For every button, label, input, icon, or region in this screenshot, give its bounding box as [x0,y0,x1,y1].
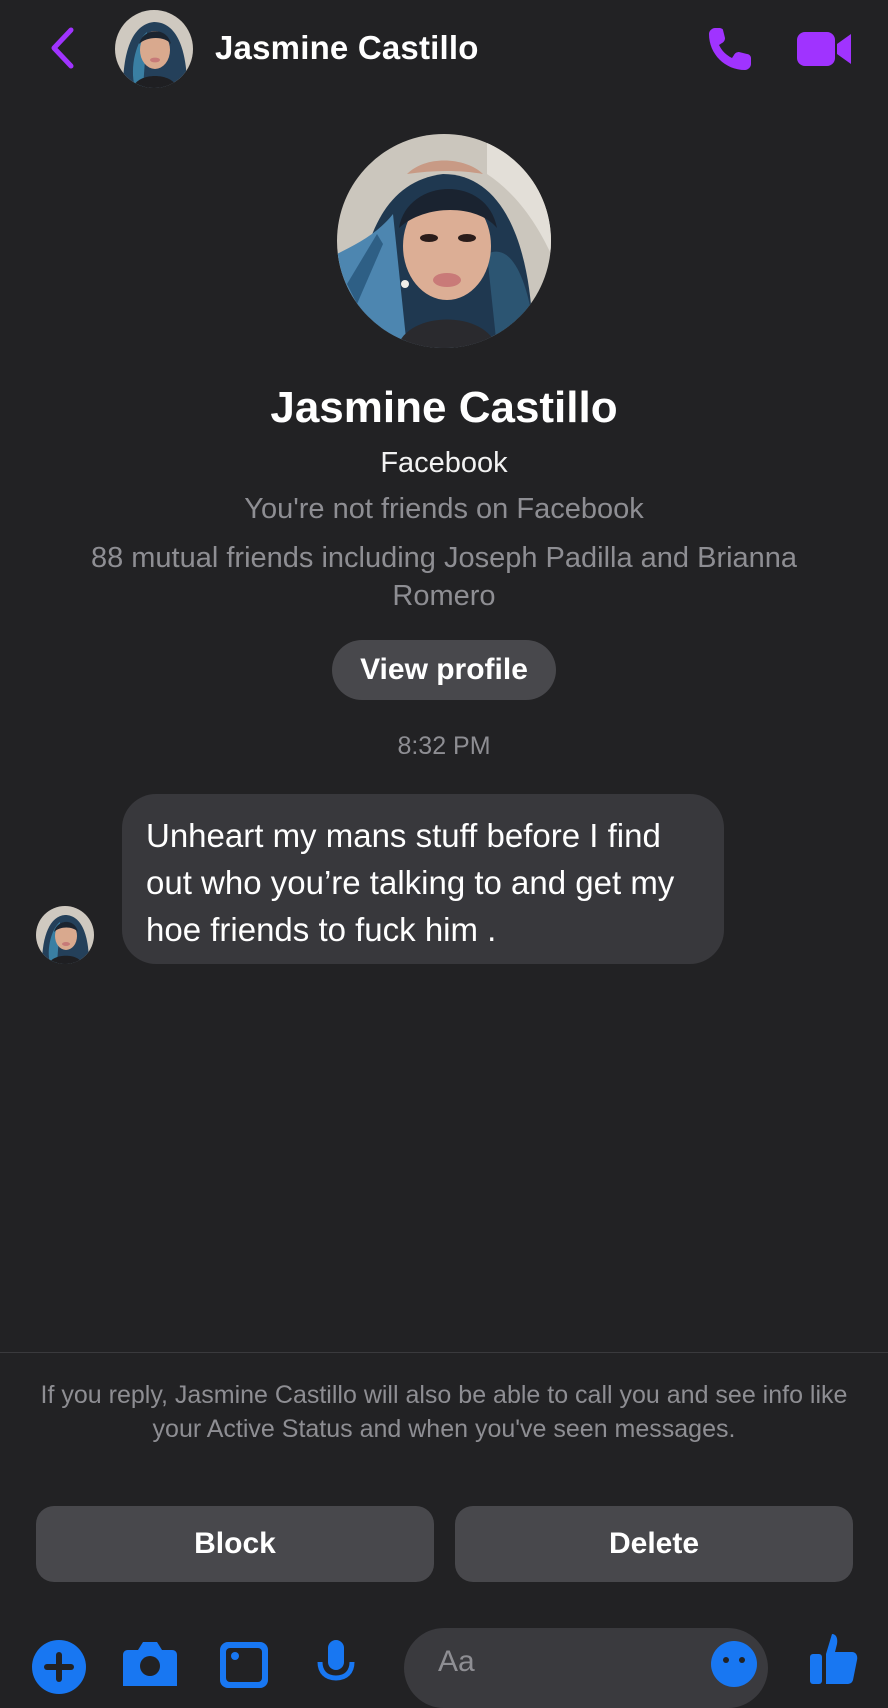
plus-icon [32,1640,86,1694]
emoji-button[interactable] [710,1640,758,1693]
camera-icon [123,1642,177,1686]
header-avatar[interactable] [115,10,193,88]
delete-button[interactable]: Delete [455,1506,853,1582]
message-timestamp: 8:32 PM [397,732,491,760]
video-camera-icon [797,32,851,66]
image-icon [220,1642,268,1688]
profile-photo[interactable] [337,134,551,348]
sender-avatar[interactable] [36,906,94,964]
profile-name: Jasmine Castillo [270,383,618,432]
chevron-left-icon [51,27,74,69]
profile-source: Facebook [380,447,508,479]
header-contact-name[interactable]: Jasmine Castillo [215,28,479,68]
emoji-icon [711,1641,757,1687]
microphone-icon [317,1640,355,1681]
back-button[interactable] [40,22,84,74]
divider [0,1352,888,1353]
phone-icon [709,28,751,70]
conversation-header: Jasmine Castillo [0,0,888,98]
friendship-status: You're not friends on Facebook [244,493,644,525]
camera-button[interactable] [122,1638,178,1695]
audio-call-button[interactable] [705,24,757,74]
video-call-button[interactable] [795,28,855,70]
mutual-friends-text: 88 mutual friends including Joseph Padil… [90,542,798,612]
message-request-notice: If you reply, Jasmine Castillo will also… [40,1381,848,1443]
view-profile-button[interactable]: View profile [332,640,556,700]
gallery-button[interactable] [218,1638,270,1695]
incoming-message-bubble[interactable]: Unheart my mans stuff before I find out … [122,794,724,964]
voice-button[interactable] [316,1638,356,1695]
plus-button[interactable] [30,1638,88,1701]
block-button[interactable]: Block [36,1506,434,1582]
thumbs-up-icon [810,1634,858,1684]
like-button[interactable] [806,1630,862,1691]
